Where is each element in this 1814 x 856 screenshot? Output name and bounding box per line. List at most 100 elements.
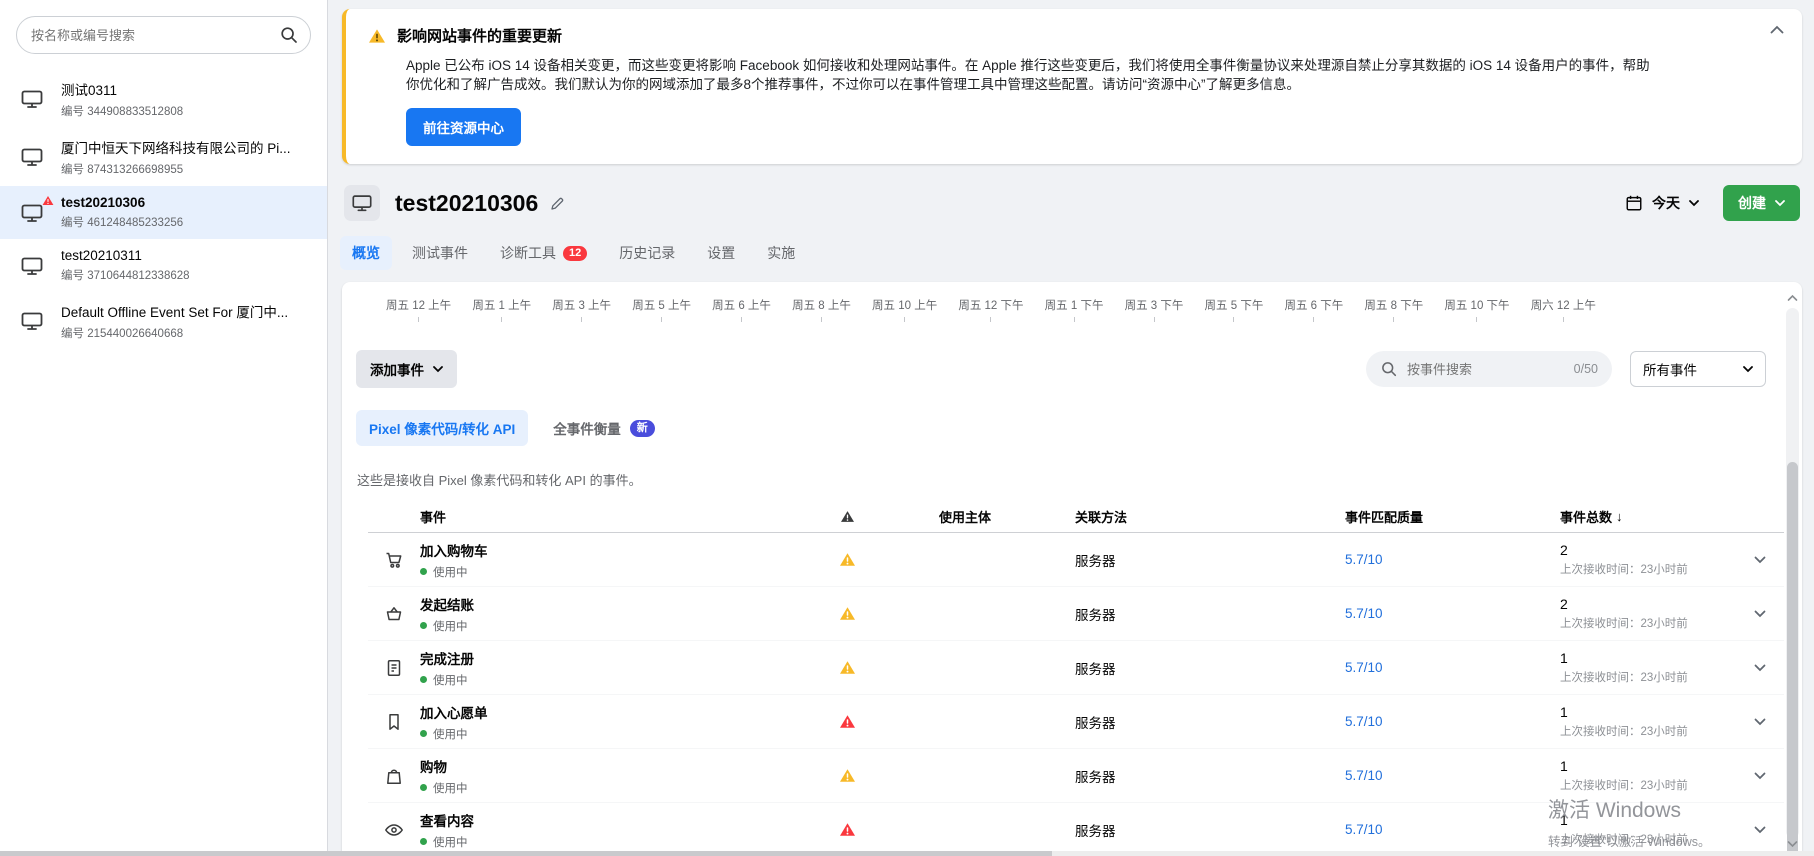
vertical-scrollbar[interactable] bbox=[1786, 294, 1799, 852]
sidebar-item-pixel-2[interactable]: 厦门中恒天下网络科技有限公司的 Pi... 编号 874313266698955 bbox=[0, 128, 327, 186]
tab-aggregated-event-measurement[interactable]: 全事件衡量 新 bbox=[540, 410, 668, 446]
sidebar-item-pixel-1[interactable]: 测试0311 编号 344908833512808 bbox=[0, 70, 327, 128]
tab-overview[interactable]: 概览 bbox=[340, 236, 392, 270]
pixel-name: test20210306 bbox=[61, 195, 183, 210]
monitor-icon bbox=[20, 145, 46, 169]
sort-desc-icon: ↓ bbox=[1616, 509, 1623, 524]
table-row-add-to-cart[interactable]: 加入购物车 使用中 服务器 5.7/10 2 上次接收时间：23小时前 bbox=[368, 533, 1784, 587]
match-quality-link[interactable]: 5.7/10 bbox=[1345, 822, 1383, 837]
add-event-dropdown-button[interactable]: 添加事件 bbox=[356, 350, 457, 388]
axis-tick-label: 周五 5 下午 bbox=[1205, 297, 1264, 322]
pixel-name: 厦门中恒天下网络科技有限公司的 Pi... bbox=[61, 137, 291, 157]
warning-yellow-icon[interactable] bbox=[839, 606, 856, 621]
overview-content-card: 周五 12 上午 周五 1 上午 周五 3 上午 周五 5 上午 周五 6 上午… bbox=[342, 282, 1802, 856]
match-quality-link[interactable]: 5.7/10 bbox=[1345, 606, 1383, 621]
axis-tick-label: 周五 10 上午 bbox=[872, 297, 937, 322]
tab-diagnostics[interactable]: 诊断工具 12 bbox=[488, 236, 599, 270]
axis-tick-label: 周五 10 下午 bbox=[1444, 297, 1509, 322]
connection-method: 服务器 bbox=[1075, 658, 1345, 678]
row-expand-chevron-icon[interactable] bbox=[1754, 610, 1766, 618]
table-row-complete-registration[interactable]: 完成注册 使用中 服务器 5.7/10 1 上次接收时间：23小时前 bbox=[368, 641, 1784, 695]
col-header-total[interactable]: 事件总数 ↓ bbox=[1560, 507, 1736, 526]
last-received-time: 上次接收时间：23小时前 bbox=[1560, 561, 1736, 577]
events-table: 事件 使用主体 关联方法 事件匹配质量 事件总数 ↓ 加入购 bbox=[368, 501, 1784, 856]
warning-yellow-icon[interactable] bbox=[839, 552, 856, 567]
pixel-id: 编号 461248485233256 bbox=[61, 214, 183, 230]
tab-settings[interactable]: 设置 bbox=[695, 236, 747, 270]
date-range-dropdown[interactable]: 今天 bbox=[1625, 193, 1699, 213]
event-filter-dropdown[interactable]: 所有事件 bbox=[1630, 351, 1766, 387]
row-expand-chevron-icon[interactable] bbox=[1754, 556, 1766, 564]
table-row-initiate-checkout[interactable]: 发起结账 使用中 服务器 5.7/10 2 上次接收时间：23小时前 bbox=[368, 587, 1784, 641]
event-status: 使用中 bbox=[433, 564, 468, 580]
row-expand-chevron-icon[interactable] bbox=[1754, 826, 1766, 834]
sidebar-item-pixel-3-selected[interactable]: test20210306 编号 461248485233256 bbox=[0, 186, 327, 239]
event-search-input[interactable] bbox=[1407, 362, 1565, 377]
event-total-count: 1 bbox=[1560, 650, 1736, 666]
checkout-icon bbox=[384, 604, 404, 624]
pixel-name: test20210311 bbox=[61, 248, 190, 263]
tab-test-events[interactable]: 测试事件 bbox=[400, 236, 480, 270]
horizontal-scrollbar-thumb[interactable] bbox=[0, 851, 1052, 856]
connection-method: 服务器 bbox=[1075, 712, 1345, 732]
tab-history[interactable]: 历史记录 bbox=[607, 236, 687, 270]
pixel-name: Default Offline Event Set For 厦门中... bbox=[61, 301, 288, 321]
row-expand-chevron-icon[interactable] bbox=[1754, 718, 1766, 726]
active-status-dot bbox=[420, 676, 427, 683]
axis-tick-label: 周六 12 上午 bbox=[1531, 297, 1596, 322]
col-header-event: 事件 bbox=[420, 507, 800, 526]
event-status: 使用中 bbox=[433, 618, 468, 634]
match-quality-link[interactable]: 5.7/10 bbox=[1345, 552, 1383, 567]
eye-icon bbox=[384, 820, 404, 840]
table-description: 这些是接收自 Pixel 像素代码和转化 API 的事件。 bbox=[357, 470, 1802, 489]
last-received-time: 上次接收时间：23小时前 bbox=[1560, 777, 1736, 793]
last-received-time: 上次接收时间：23小时前 bbox=[1560, 615, 1736, 631]
table-row-purchase[interactable]: 购物 使用中 服务器 5.7/10 1 上次接收时间：23小时前 bbox=[368, 749, 1784, 803]
calendar-icon bbox=[1625, 194, 1643, 212]
active-status-dot bbox=[420, 784, 427, 791]
tab-pixel-conversions-api[interactable]: Pixel 像素代码/转化 API bbox=[356, 410, 528, 446]
connection-method: 服务器 bbox=[1075, 820, 1345, 840]
search-icon bbox=[1380, 360, 1398, 378]
chevron-down-icon bbox=[1775, 200, 1785, 207]
row-expand-chevron-icon[interactable] bbox=[1754, 664, 1766, 672]
event-name: 加入心愿单 bbox=[420, 702, 800, 722]
sidebar-search-input[interactable] bbox=[16, 16, 311, 54]
event-status: 使用中 bbox=[433, 726, 468, 742]
warning-yellow-icon[interactable] bbox=[839, 660, 856, 675]
scrollbar-thumb[interactable] bbox=[1787, 462, 1798, 856]
warning-red-icon[interactable] bbox=[839, 822, 856, 837]
table-row-view-content[interactable]: 查看内容 使用中 服务器 5.7/10 1 上次接收时间：23小时前 bbox=[368, 803, 1784, 856]
sidebar-item-pixel-4[interactable]: test20210311 编号 3710644812338628 bbox=[0, 239, 327, 292]
wishlist-icon bbox=[384, 712, 404, 732]
create-button[interactable]: 创建 bbox=[1723, 185, 1800, 221]
col-header-quality: 事件匹配质量 bbox=[1345, 507, 1560, 526]
events-table-header: 事件 使用主体 关联方法 事件匹配质量 事件总数 ↓ bbox=[368, 501, 1784, 533]
page-tabs: 概览 测试事件 诊断工具 12 历史记录 设置 实施 bbox=[340, 236, 1800, 270]
sidebar-search bbox=[16, 16, 311, 54]
sidebar-item-pixel-5[interactable]: Default Offline Event Set For 厦门中... 编号 … bbox=[0, 292, 327, 350]
warning-red-icon[interactable] bbox=[839, 714, 856, 729]
table-row-add-to-wishlist[interactable]: 加入心愿单 使用中 服务器 5.7/10 1 上次接收时间：23小时前 bbox=[368, 695, 1784, 749]
monitor-icon bbox=[20, 87, 46, 111]
pixel-id: 编号 3710644812338628 bbox=[61, 267, 190, 283]
edit-pencil-icon[interactable] bbox=[549, 195, 566, 212]
event-total-count: 2 bbox=[1560, 542, 1736, 558]
event-total-count: 1 bbox=[1560, 758, 1736, 774]
resource-center-button[interactable]: 前往资源中心 bbox=[406, 108, 521, 146]
connection-method: 服务器 bbox=[1075, 604, 1345, 624]
event-status: 使用中 bbox=[433, 780, 468, 796]
match-quality-link[interactable]: 5.7/10 bbox=[1345, 660, 1383, 675]
horizontal-scrollbar[interactable] bbox=[0, 851, 1814, 856]
alert-collapse-chevron-up-icon[interactable] bbox=[1770, 25, 1784, 34]
scroll-up-arrow-icon[interactable] bbox=[1787, 294, 1798, 306]
row-expand-chevron-icon[interactable] bbox=[1754, 772, 1766, 780]
tab-implementation[interactable]: 实施 bbox=[755, 236, 807, 270]
match-quality-link[interactable]: 5.7/10 bbox=[1345, 768, 1383, 783]
connection-method: 服务器 bbox=[1075, 550, 1345, 570]
connection-method: 服务器 bbox=[1075, 766, 1345, 786]
match-quality-link[interactable]: 5.7/10 bbox=[1345, 714, 1383, 729]
warning-triangle-icon bbox=[368, 28, 386, 44]
warning-yellow-icon[interactable] bbox=[839, 768, 856, 783]
pixel-monitor-icon bbox=[344, 185, 380, 221]
